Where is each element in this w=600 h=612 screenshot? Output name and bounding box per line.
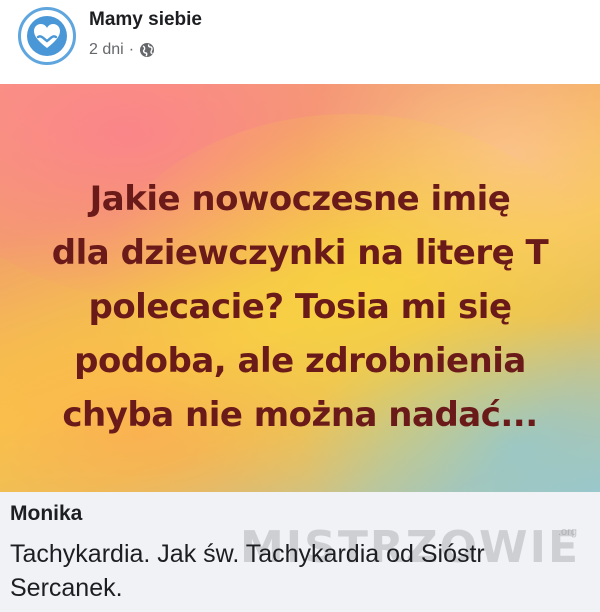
post-header: Mamy siebie 2 dni · xyxy=(0,0,600,84)
post-text-line: Jakie nowoczesne imię xyxy=(89,179,511,219)
post-text-line: podoba, ale zdrobnienia xyxy=(74,341,526,381)
page-name[interactable]: Mamy siebie xyxy=(89,9,202,31)
page-avatar[interactable] xyxy=(18,7,76,65)
globe-icon[interactable] xyxy=(139,42,155,58)
meta-separator: · xyxy=(128,41,135,58)
post-text-line: polecacie? Tosia mi się xyxy=(88,287,512,327)
post-image[interactable]: Jakie nowoczesne imię dla dziewczynki na… xyxy=(0,84,600,492)
post-meta: 2 dni · xyxy=(89,40,155,60)
post-text-line: dla dziewczynki na literę T xyxy=(51,233,549,273)
post-text-line: chyba nie można nadać... xyxy=(62,395,538,435)
comment-text: Tachykardia. Jak św. Tachykardia od Siós… xyxy=(10,540,485,602)
comment: MISTRZOWIE .org Monika Tachykardia. Jak … xyxy=(0,492,600,612)
post-image-text: Jakie nowoczesne imię dla dziewczynki na… xyxy=(20,172,580,442)
post-time[interactable]: 2 dni xyxy=(89,41,124,59)
comment-author[interactable]: Monika xyxy=(10,502,82,526)
heart-hands-icon xyxy=(27,16,67,56)
